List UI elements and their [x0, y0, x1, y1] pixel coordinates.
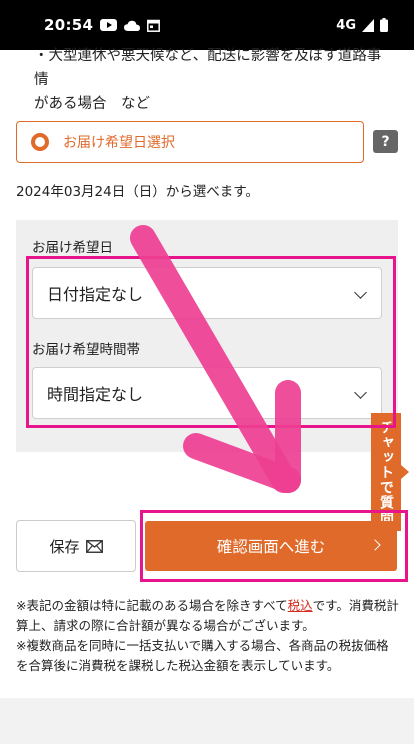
battery-icon — [380, 18, 388, 32]
save-button-label: 保存 — [49, 537, 80, 556]
confirm-button-highlight — [140, 510, 408, 582]
tax-notes: ※表記の金額は特に記載のある場合を除きすべて税込です。消費税計算上、請求の際に合… — [16, 596, 400, 676]
warning-line-1: ・大型連休や悪天候など、配送に影響を及ぼす道路事情 — [34, 48, 382, 88]
delivery-date-radio-option[interactable]: お届け希望日選択 — [16, 121, 364, 163]
delivery-date-radio-label: お届け希望日選択 — [63, 135, 175, 151]
tax-note-2: ※複数商品を同時に一括支払いで購入する場合、各商品の税抜価格を合算後に消費税を課… — [16, 638, 389, 673]
save-button[interactable]: 保存 — [16, 520, 136, 572]
status-bar: 20:54 4G — [0, 0, 414, 50]
cloud-icon — [124, 20, 141, 31]
tax-included-link[interactable]: 税込 — [288, 598, 313, 613]
delivery-warning-text: ・大型連休や悪天候など、配送に影響を及ぼす道路事情 がある場合 など — [34, 44, 394, 116]
youtube-icon — [100, 19, 118, 31]
help-icon[interactable]: ? — [373, 130, 398, 153]
chat-tab-pointer — [401, 465, 409, 479]
tax-note-1-text-a: ※表記の金額は特に記載のある場合を除きすべて — [16, 598, 288, 613]
status-time: 20:54 — [44, 16, 94, 34]
calendar-icon — [147, 19, 161, 32]
status-right: 4G — [336, 18, 388, 33]
available-date-note: 2024年03月24日（日）から選べます。 — [16, 184, 259, 200]
mail-icon — [85, 539, 103, 553]
tax-note-1: ※表記の金額は特に記載のある場合を除きすべて税込です。消費税計算上、請求の際に合… — [16, 596, 400, 636]
network-type: 4G — [336, 17, 356, 33]
footer-area — [0, 698, 414, 744]
warning-line-2: がある場合 など — [34, 96, 150, 112]
radio-selected-icon[interactable] — [31, 133, 49, 151]
delivery-date-label: お届け希望日 — [32, 240, 113, 256]
signal-icon — [362, 18, 374, 32]
select-fields-highlight — [26, 256, 396, 428]
notification-icons — [100, 19, 161, 32]
